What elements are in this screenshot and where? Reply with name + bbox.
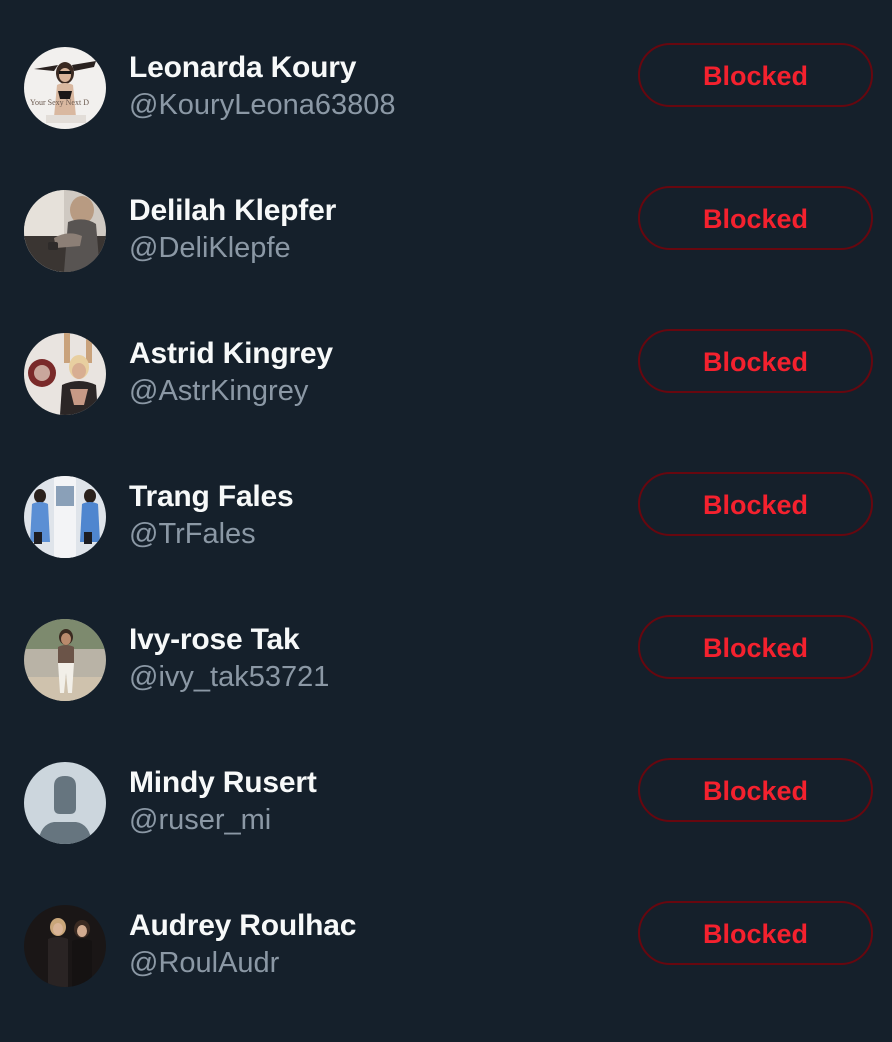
avatar[interactable]	[24, 619, 106, 701]
avatar[interactable]	[24, 905, 106, 987]
blocked-button[interactable]: Blocked	[638, 615, 873, 679]
blocked-user-row[interactable]: Ivy-rose Tak @ivy_tak53721 Blocked	[0, 613, 892, 756]
blocked-user-row[interactable]: Delilah Klepfer @DeliKlepfe Blocked	[0, 184, 892, 327]
blocked-user-row[interactable]: Audrey Roulhac @RoulAudr Blocked	[0, 899, 892, 1042]
blocked-user-row[interactable]: Your Sexy Next D Leonarda Koury @KouryLe…	[0, 41, 892, 184]
blocked-button[interactable]: Blocked	[638, 43, 873, 107]
display-name: Astrid Kingrey	[129, 337, 333, 370]
avatar[interactable]	[24, 190, 106, 272]
blocked-user-row[interactable]: Trang Fales @TrFales Blocked	[0, 470, 892, 613]
avatar-caption: Your Sexy Next D	[30, 98, 89, 107]
display-name: Delilah Klepfer	[129, 194, 337, 227]
display-name: Mindy Rusert	[129, 766, 317, 799]
username-handle: @TrFales	[129, 518, 256, 550]
display-name: Trang Fales	[129, 480, 294, 513]
blocked-button[interactable]: Blocked	[638, 186, 873, 250]
username-handle: @ruser_mi	[129, 804, 272, 836]
username-handle: @ivy_tak53721	[129, 661, 330, 693]
blocked-button[interactable]: Blocked	[638, 901, 873, 965]
username-handle: @RoulAudr	[129, 947, 280, 979]
blocked-user-row[interactable]: Mindy Rusert @ruser_mi Blocked	[0, 756, 892, 899]
display-name: Audrey Roulhac	[129, 909, 357, 942]
blocked-button[interactable]: Blocked	[638, 472, 873, 536]
default-profile-icon[interactable]	[24, 762, 106, 844]
display-name: Leonarda Koury	[129, 51, 357, 84]
blocked-button[interactable]: Blocked	[638, 329, 873, 393]
blocked-accounts-list: Your Sexy Next D Leonarda Koury @KouryLe…	[0, 0, 892, 1000]
avatar[interactable]: Your Sexy Next D	[24, 47, 106, 129]
display-name: Ivy-rose Tak	[129, 623, 300, 656]
username-handle: @KouryLeona63808	[129, 89, 396, 121]
username-handle: @AstrKingrey	[129, 375, 309, 407]
blocked-user-row[interactable]: Astrid Kingrey @AstrKingrey Blocked	[0, 327, 892, 470]
username-handle: @DeliKlepfe	[129, 232, 291, 264]
blocked-button[interactable]: Blocked	[638, 758, 873, 822]
avatar[interactable]	[24, 333, 106, 415]
avatar[interactable]	[24, 476, 106, 558]
